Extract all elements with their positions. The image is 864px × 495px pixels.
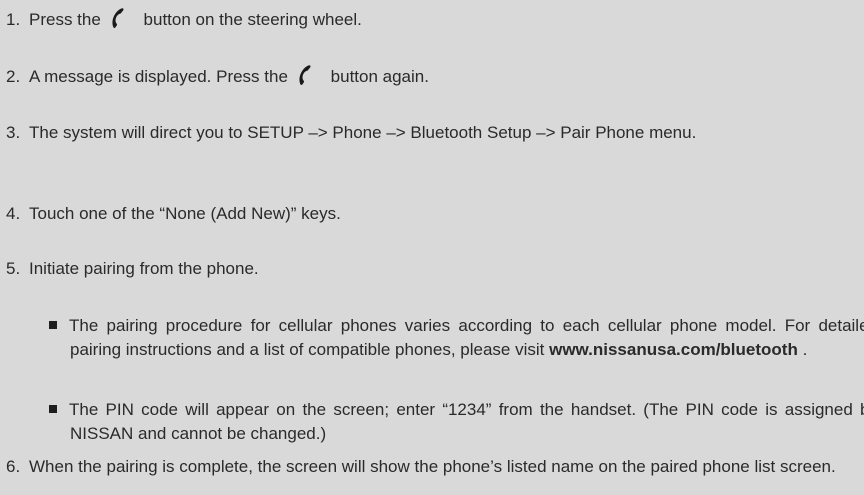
step-text: Touch one of the “None (Add New)” keys. — [29, 204, 341, 223]
step-text-continued: button again. — [330, 67, 429, 86]
step-text: The system will direct you to SETUP –> P… — [29, 123, 697, 142]
step-number: 5. — [6, 259, 21, 278]
step-number: 2. — [6, 67, 21, 86]
nissan-bluetooth-link[interactable]: www.nissanusa.com/bluetooth — [549, 340, 798, 359]
bullet-item: The PIN code will appear on the screen; … — [49, 398, 864, 446]
square-bullet-icon — [49, 321, 57, 329]
step-number: 6. — [6, 457, 21, 476]
bullet-text: The PIN code will appear on the screen; … — [69, 400, 864, 443]
step-number: 4. — [6, 204, 21, 223]
step-number: 1. — [6, 10, 21, 29]
instruction-document: 1. Press the button on the steering wheel… — [0, 0, 864, 495]
step-text: Initiate pairing from the phone. — [29, 259, 259, 278]
step-5: 5. Initiate pairing from the phone. — [6, 257, 856, 281]
square-bullet-icon — [49, 405, 57, 413]
step-1: 1. Press the button on the steering wheel… — [6, 7, 856, 32]
phone-handset-icon — [111, 8, 124, 28]
step-4: 4. Touch one of the “None (Add New)” keys… — [6, 202, 856, 226]
step-text: When the pairing is complete, the screen… — [29, 457, 836, 476]
step-text: A message is displayed. Press the — [29, 67, 288, 86]
step-text-continued: button on the steering wheel. — [143, 10, 362, 29]
step-text: Press the — [29, 10, 101, 29]
step-2: 2. A message is displayed. Press the butt… — [6, 64, 856, 89]
bullet-item: The pairing procedure for cellular phone… — [49, 314, 864, 362]
step-3: 3. The system will direct you to SETUP –>… — [6, 121, 856, 145]
bullet-suffix: . — [802, 340, 808, 359]
step-6: 6. When the pairing is complete, the scre… — [6, 455, 856, 479]
step-number: 3. — [6, 123, 21, 142]
phone-handset-icon — [299, 65, 311, 85]
